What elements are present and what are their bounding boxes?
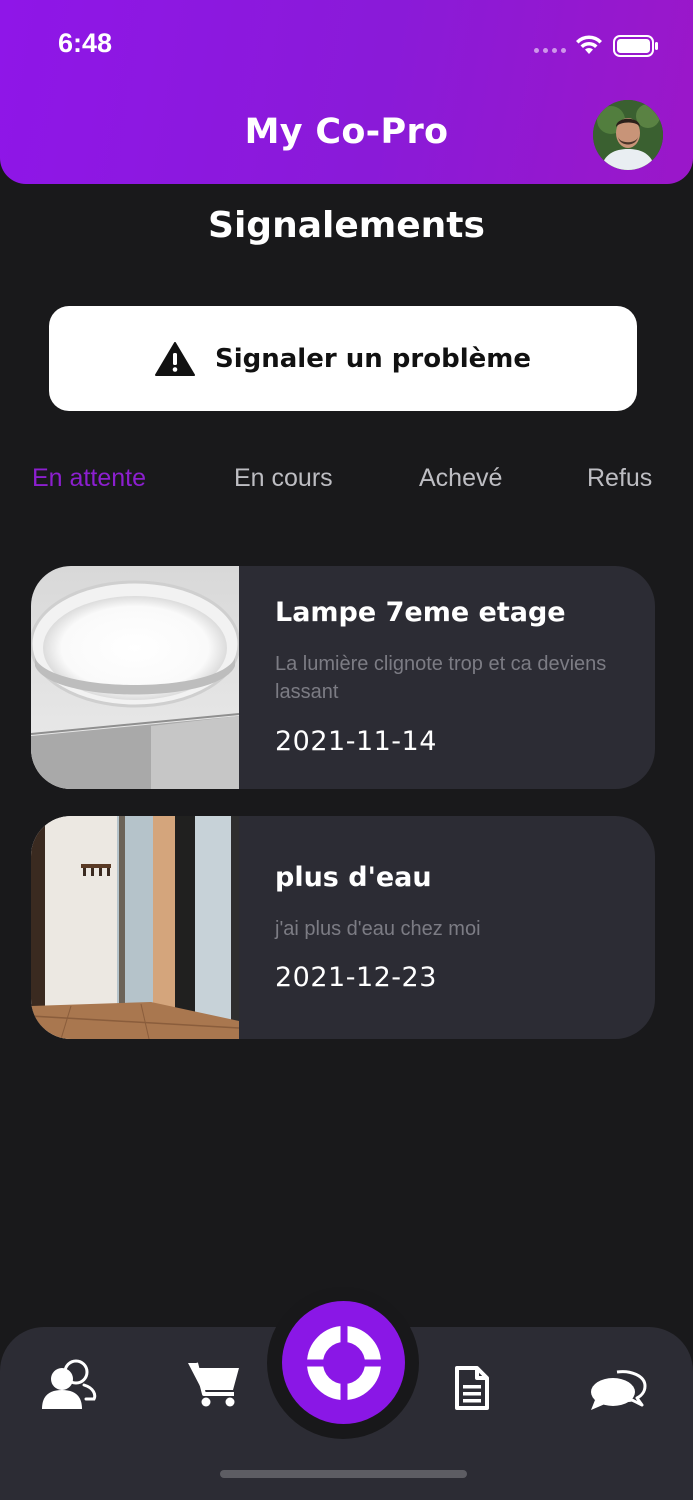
nav-people[interactable] <box>40 1357 98 1415</box>
tab-refus[interactable]: Refus <box>587 464 652 493</box>
cart-icon <box>188 1362 239 1407</box>
status-time: 6:48 <box>58 28 113 58</box>
tab-acheve[interactable]: Achevé <box>419 464 502 493</box>
battery-icon <box>613 35 658 57</box>
ceiling-lamp-photo <box>31 566 239 789</box>
report-card[interactable]: Lampe 7eme etage La lumière clignote tro… <box>31 566 655 789</box>
report-title: Lampe 7eme etage <box>275 597 566 628</box>
status-tabs: En attente En cours Achevé Refus <box>0 464 693 498</box>
document-icon <box>455 1366 489 1410</box>
center-nav-button[interactable] <box>282 1301 405 1424</box>
report-title: plus d'eau <box>275 862 432 893</box>
report-card[interactable]: plus d'eau j'ai plus d'eau chez moi 2021… <box>31 816 655 1039</box>
people-icon <box>42 1359 97 1409</box>
page-title: Signalements <box>208 205 485 246</box>
tab-en-attente[interactable]: En attente <box>32 464 146 493</box>
nav-documents[interactable] <box>454 1365 490 1415</box>
tab-en-cours[interactable]: En cours <box>234 464 333 493</box>
room-interior-photo <box>31 816 239 1039</box>
signal-dots-icon <box>534 48 566 53</box>
wifi-icon <box>576 35 602 54</box>
chat-icon <box>591 1370 647 1410</box>
home-indicator <box>220 1470 467 1478</box>
avatar[interactable] <box>593 100 663 170</box>
report-image <box>31 566 239 789</box>
app-header: 6:48 My Co-Pro <box>0 0 693 184</box>
report-date: 2021-11-14 <box>275 726 437 757</box>
report-problem-label: Signaler un problème <box>215 343 531 374</box>
report-description: La lumière clignote trop et ca deviens l… <box>275 653 607 703</box>
screen: 6:48 My Co-Pro Signalements Signaler un … <box>0 0 693 1500</box>
report-problem-button[interactable]: Signaler un problème <box>49 306 637 411</box>
report-date: 2021-12-23 <box>275 962 437 993</box>
avatar-photo <box>593 100 663 170</box>
warning-icon <box>155 341 195 376</box>
lifebuoy-icon <box>306 1325 381 1400</box>
nav-messages[interactable] <box>589 1368 647 1416</box>
app-title: My Co-Pro <box>244 112 449 152</box>
report-image <box>31 816 239 1039</box>
nav-cart[interactable] <box>186 1360 242 1412</box>
report-description: j'ai plus d'eau chez moi <box>275 918 481 940</box>
